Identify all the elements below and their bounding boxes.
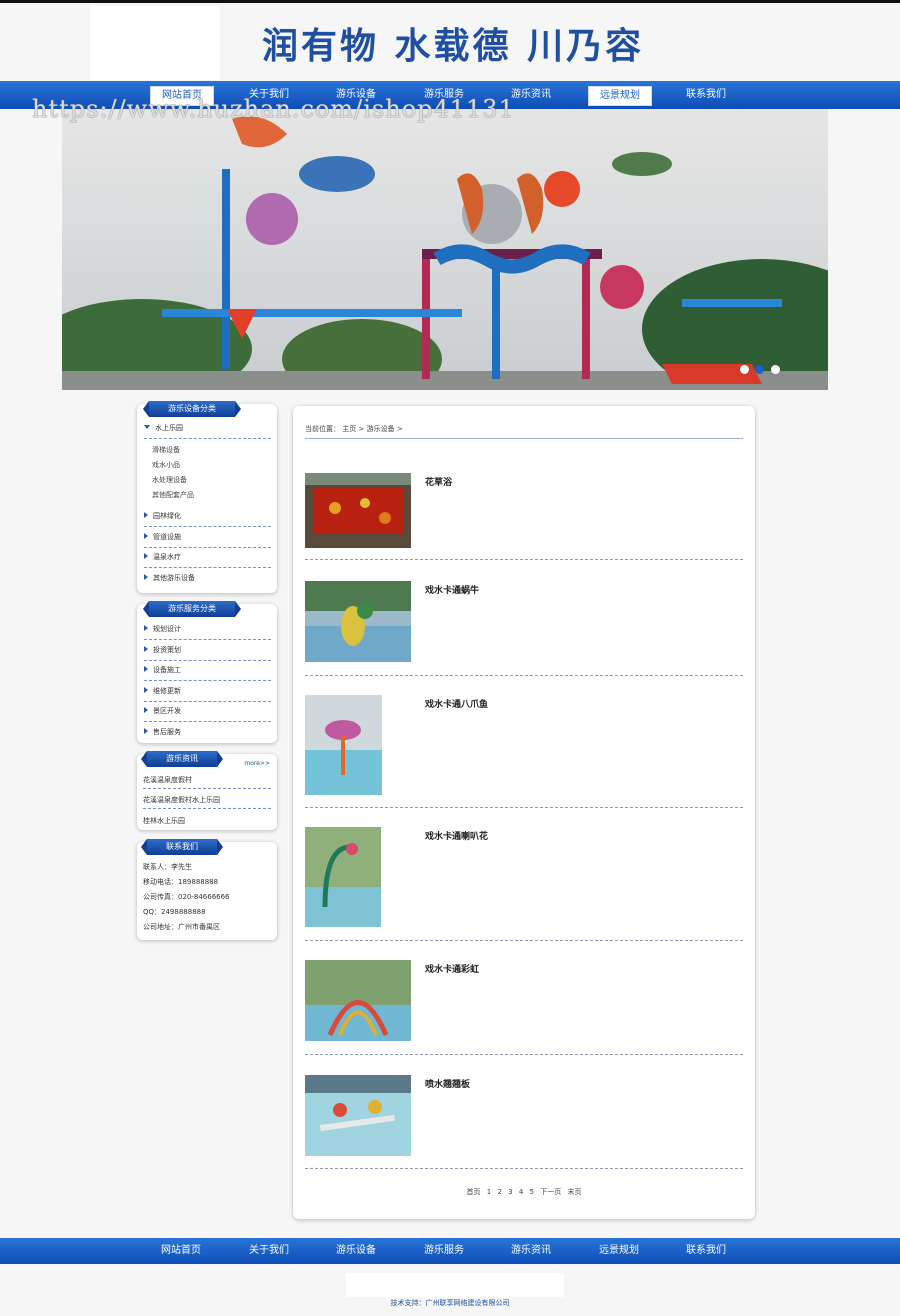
news-item[interactable]: 花溪温泉度假村 <box>143 775 271 789</box>
pager-next[interactable]: 下一页 <box>540 1188 561 1196</box>
category-item[interactable]: 其他游乐设备 <box>144 569 271 588</box>
breadcrumb-home[interactable]: 主页 <box>342 425 356 433</box>
service-item[interactable]: 规划设计 <box>144 620 271 640</box>
banner-image <box>62 109 828 390</box>
nav-contact[interactable]: 联系我们 <box>675 86 737 104</box>
caret-right-icon <box>144 687 148 693</box>
service-item[interactable]: 设备施工 <box>144 661 271 681</box>
pager-page[interactable]: 5 <box>530 1188 534 1196</box>
footer-nav-about[interactable]: 关于我们 <box>238 1242 300 1260</box>
news-title: 游乐资讯 <box>141 751 223 767</box>
caret-right-icon <box>144 533 148 539</box>
product-image[interactable] <box>305 960 411 1041</box>
breadcrumb-label: 当前位置： <box>305 425 340 433</box>
news-box: 游乐资讯 more>> 花溪温泉度假村 花溪温泉度假村水上乐园 桂林水上乐园 <box>137 751 277 830</box>
slide-dots <box>736 365 780 376</box>
breadcrumb-separator: > <box>396 425 403 433</box>
product-item[interactable]: 戏水卡通蜗牛 <box>305 581 743 676</box>
caret-down-icon <box>144 425 150 429</box>
product-item[interactable]: 戏水卡通八爪鱼 <box>305 695 743 808</box>
product-name[interactable]: 戏水卡通彩虹 <box>425 962 479 975</box>
nav-vision[interactable]: 远景规划 <box>588 86 652 106</box>
pager-page[interactable]: 3 <box>508 1188 512 1196</box>
product-name[interactable]: 花草浴 <box>425 475 452 488</box>
caret-right-icon <box>144 646 148 652</box>
product-name[interactable]: 戏水卡通八爪鱼 <box>425 697 488 710</box>
footer-copyright[interactable]: 技术支持：广州联享网络建设有限公司 <box>0 1298 900 1308</box>
watermark: https://www.huzhan.com/ishop41131 <box>32 95 515 123</box>
footer-logo-area <box>346 1273 564 1297</box>
caret-right-icon <box>144 728 148 734</box>
product-item[interactable]: 花草浴 <box>305 473 743 560</box>
footer-nav-equipment[interactable]: 游乐设备 <box>325 1242 387 1260</box>
product-image[interactable] <box>305 827 381 927</box>
contact-mobile: 移动电话：189888888 <box>143 878 219 886</box>
site-header: 润有物 水载德 川乃容 <box>0 3 900 81</box>
category-item[interactable]: 园林绿化 <box>144 507 271 527</box>
service-item[interactable]: 景区开发 <box>144 702 271 722</box>
category-item[interactable]: 温泉水疗 <box>144 548 271 568</box>
footer-nav: 网站首页 关于我们 游乐设备 游乐服务 游乐资讯 远景规划 联系我们 <box>0 1238 900 1264</box>
category-item-water-park[interactable]: 水上乐园 <box>144 419 271 439</box>
caret-right-icon <box>144 666 148 672</box>
caret-right-icon <box>144 625 148 631</box>
equipment-category-box: 游乐设备分类 水上乐园 滑梯设备 戏水小品 水处理设备 其他配套产品 园林绿化 … <box>137 401 277 593</box>
service-item[interactable]: 投资策划 <box>144 641 271 661</box>
slide-dot[interactable] <box>771 365 780 374</box>
product-image[interactable] <box>305 581 411 662</box>
pager-page[interactable]: 2 <box>497 1188 501 1196</box>
footer-nav-vision[interactable]: 远景规划 <box>588 1242 650 1260</box>
footer-nav-services[interactable]: 游乐服务 <box>413 1242 475 1260</box>
product-item[interactable]: 戏水卡通喇叭花 <box>305 827 743 941</box>
caret-right-icon <box>144 707 148 713</box>
news-item[interactable]: 桂林水上乐园 <box>143 816 271 826</box>
contact-qq: QQ：2498888888 <box>143 908 206 916</box>
service-category-title: 游乐服务分类 <box>143 601 241 617</box>
service-item[interactable]: 维修更新 <box>144 682 271 702</box>
product-image[interactable] <box>305 473 411 548</box>
product-item[interactable]: 戏水卡通彩虹 <box>305 960 743 1055</box>
slide-dot[interactable] <box>755 365 765 374</box>
news-item[interactable]: 花溪温泉度假村水上乐园 <box>143 795 271 809</box>
breadcrumb-section[interactable]: 游乐设备 <box>367 425 395 433</box>
footer-nav-contact[interactable]: 联系我们 <box>675 1242 737 1260</box>
breadcrumb-separator: > <box>358 425 365 433</box>
product-image[interactable] <box>305 1075 411 1156</box>
category-item[interactable]: 管道设施 <box>144 528 271 548</box>
service-item[interactable]: 售后服务 <box>144 723 271 742</box>
subcategory-item[interactable]: 戏水小品 <box>152 460 180 470</box>
service-category-box: 游乐服务分类 规划设计 投资策划 设备施工 维修更新 景区开发 售后服务 <box>137 601 277 743</box>
footer-nav-home[interactable]: 网站首页 <box>150 1242 212 1260</box>
contact-title: 联系我们 <box>141 839 223 855</box>
product-item[interactable]: 喷水翘翘板 <box>305 1075 743 1169</box>
pagination: 首页 1 2 3 4 5 下一页 末页 <box>293 1187 755 1197</box>
product-name[interactable]: 戏水卡通喇叭花 <box>425 829 488 842</box>
product-name[interactable]: 戏水卡通蜗牛 <box>425 583 479 596</box>
banner-slideshow[interactable] <box>62 109 828 390</box>
pager-first[interactable]: 首页 <box>467 1188 481 1196</box>
footer-nav-news[interactable]: 游乐资讯 <box>500 1242 562 1260</box>
news-more-link[interactable]: more>> <box>244 760 270 767</box>
caret-right-icon <box>144 553 148 559</box>
slide-dot[interactable] <box>739 365 749 374</box>
product-list-panel: 当前位置： 主页 > 游乐设备 > 花草浴 戏水卡通蜗牛 戏水卡通八爪鱼 戏水卡… <box>293 406 755 1219</box>
logo-placeholder <box>90 6 220 80</box>
contact-box: 联系我们 联系人：李先生 移动电话：189888888 公司传真：020-846… <box>137 839 277 940</box>
contact-fax: 公司传真：020-84666666 <box>143 893 230 901</box>
caret-right-icon <box>144 574 148 580</box>
contact-person: 联系人：李先生 <box>143 863 192 871</box>
pager-page[interactable]: 1 <box>487 1188 491 1196</box>
product-image[interactable] <box>305 695 382 795</box>
subcategory-item[interactable]: 滑梯设备 <box>152 445 180 455</box>
pager-last[interactable]: 末页 <box>567 1188 581 1196</box>
subcategory-item[interactable]: 水处理设备 <box>152 475 187 485</box>
contact-address: 公司地址：广州市番禺区 <box>143 923 220 931</box>
site-slogan: 润有物 水载德 川乃容 <box>262 26 645 67</box>
breadcrumb: 当前位置： 主页 > 游乐设备 > <box>305 424 743 439</box>
equipment-category-title: 游乐设备分类 <box>143 401 241 417</box>
pager-page[interactable]: 4 <box>519 1188 523 1196</box>
subcategory-item[interactable]: 其他配套产品 <box>152 490 194 500</box>
product-name[interactable]: 喷水翘翘板 <box>425 1077 470 1090</box>
caret-right-icon <box>144 512 148 518</box>
